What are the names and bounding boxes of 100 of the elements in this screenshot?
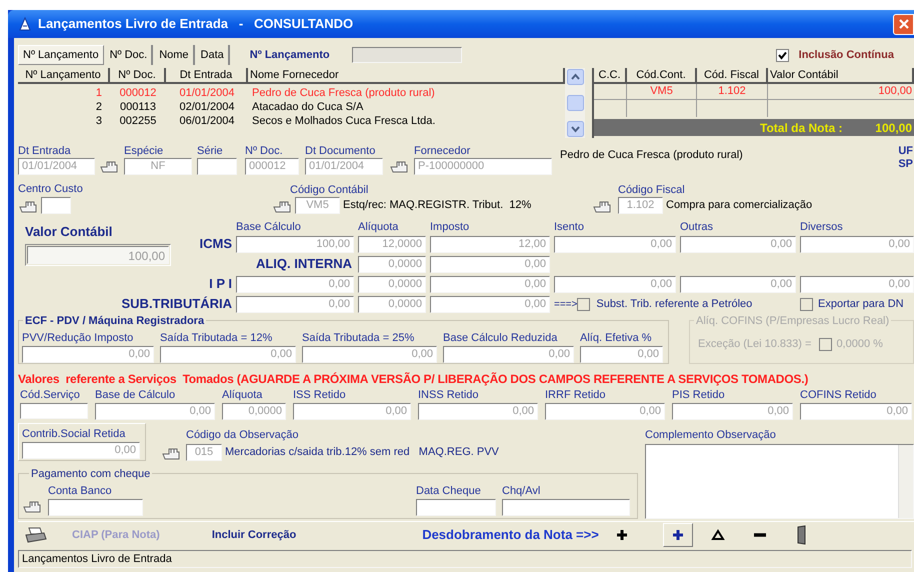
column-header[interactable]: C.C. <box>594 68 627 82</box>
toolbar-button[interactable]: Incluir Correção <box>212 526 296 544</box>
input-field[interactable]: 0,0000 <box>358 296 426 312</box>
supplier-name: Pedro de Cuca Fresca (produto rural) <box>560 148 743 162</box>
checkbox[interactable] <box>577 298 590 310</box>
table-cell-text: 100,00 <box>877 84 913 99</box>
scroll-up-icon[interactable] <box>566 69 584 85</box>
items-table[interactable]: C.C. Cód.Cont. Cód. Fiscal Valor Contábil VM5 1.102 100,00 Total da Nota : 100,00 <box>592 68 914 138</box>
column-header[interactable]: Valor Contábil <box>768 68 914 82</box>
minus-icon[interactable] <box>752 532 767 538</box>
door-icon[interactable] <box>796 525 807 545</box>
scroll-down-icon[interactable] <box>566 121 584 137</box>
input-field[interactable]: VM5 <box>295 197 340 214</box>
field-label: Data Cheque <box>416 485 482 498</box>
search-field[interactable] <box>352 47 462 63</box>
input-field[interactable]: 0,00 <box>680 276 796 292</box>
input-field[interactable] <box>502 499 630 516</box>
section-heading: Valores referente a Serviços Tomados (AGUARDE A PRÓXIMA VERSÃO P/ LIBERAÇÃO DOS CAMPOS REFERENTE A SERVIÇOS TOMADOS.) <box>18 372 810 386</box>
input-field[interactable]: 015 <box>186 444 222 461</box>
scrollbar[interactable] <box>565 68 585 138</box>
input-field[interactable]: 0,00 <box>22 346 154 363</box>
printer-icon[interactable] <box>24 526 48 544</box>
input-field[interactable]: 0,00 <box>95 403 215 420</box>
input-field[interactable]: 100,00 <box>27 246 169 264</box>
input-field[interactable]: 1.102 <box>618 197 663 214</box>
input-field[interactable]: 0,0000 <box>222 403 286 420</box>
field-label: PVV/Redução Imposto <box>22 332 134 345</box>
input-field[interactable]: 000012 <box>245 158 299 175</box>
field-label: Outras <box>680 221 714 234</box>
table-cell-text: Secos e Molhados Cuca Fresca Ltda. <box>251 114 436 128</box>
input-field[interactable] <box>48 499 143 516</box>
input-field[interactable]: 0,00 <box>800 403 912 420</box>
table-cell-text: 000012 <box>118 86 158 100</box>
input-field[interactable]: P-100000000 <box>414 158 552 175</box>
add-button[interactable] <box>662 523 693 547</box>
search-tab[interactable]: Nº Lançamento <box>18 45 104 65</box>
close-button[interactable] <box>893 14 914 34</box>
table-row[interactable]: 2 000113 02/01/2004 Atacadao do Cuca S/A <box>18 100 565 114</box>
checkbox[interactable] <box>800 298 813 310</box>
field-label: COFINS Retido <box>800 389 878 402</box>
input-field[interactable]: 0,00 <box>443 346 574 363</box>
input-field[interactable]: 01/01/2004 <box>305 158 383 175</box>
input-field[interactable]: 0,00 <box>430 296 550 312</box>
input-field[interactable] <box>416 499 496 516</box>
column-header[interactable]: Cód. Fiscal <box>697 68 768 82</box>
checkbox-label: Exportar para DN <box>818 296 904 312</box>
column-header[interactable]: Dt Entrada <box>166 68 248 82</box>
field-label: Código Contábil <box>290 184 370 197</box>
field-label: INSS Retido <box>418 389 480 402</box>
input-field[interactable]: 0,00 <box>22 442 140 459</box>
table-row[interactable]: 3 002255 06/01/2004 Secos e Molhados Cuca Fresca Ltda. <box>18 114 565 128</box>
input-field[interactable]: 0,00 <box>418 403 538 420</box>
row-label: ICMS <box>198 235 233 254</box>
input-field[interactable]: 0,00 <box>160 346 296 363</box>
input-field[interactable]: 0,00 <box>545 403 665 420</box>
search-tab[interactable]: Nome <box>155 45 195 65</box>
input-field[interactable]: 0,00 <box>236 296 354 312</box>
input-field[interactable]: 0,00 <box>236 276 354 292</box>
input-field[interactable]: 12,0000 <box>358 236 426 252</box>
input-field[interactable] <box>197 158 237 175</box>
input-field[interactable] <box>20 403 88 419</box>
add-icon[interactable] <box>614 528 629 542</box>
table-cell-text: 06/01/2004 <box>178 114 236 128</box>
column-header[interactable]: Nº Doc. <box>110 68 166 82</box>
field-label: Contrib.Social Retida <box>22 428 126 441</box>
scrollbar[interactable] <box>898 445 913 518</box>
column-header[interactable]: Nº Lançamento <box>18 68 110 82</box>
search-tab[interactable]: Data <box>196 45 230 65</box>
search-label: Nº Lançamento <box>250 48 330 63</box>
input-field[interactable]: 0,00 <box>554 276 676 292</box>
input-field[interactable]: 0,0000 <box>358 276 426 292</box>
field-label: Base de Cálculo <box>95 389 176 402</box>
field-label: ISS Retido <box>293 389 347 402</box>
input-field[interactable]: 0,00 <box>800 236 914 252</box>
field-label: Código Fiscal <box>618 184 686 197</box>
input-field[interactable]: 100,00 <box>236 236 354 252</box>
input-field[interactable]: 0,00 <box>293 403 411 420</box>
input-field[interactable]: 0,00 <box>800 276 914 292</box>
input-field[interactable]: 0,00 <box>302 346 437 363</box>
input-field[interactable]: 0,00 <box>580 346 663 363</box>
field-label: Cód.Serviço <box>20 389 81 402</box>
field-label: IRRF Retido <box>545 389 607 402</box>
close-icon <box>898 18 910 30</box>
triangle-icon[interactable] <box>710 529 725 541</box>
table-row[interactable]: 1 000012 01/01/2004 Pedro de Cuca Fresca (produto rural) <box>18 86 565 100</box>
search-tab[interactable]: Nº Doc. <box>106 45 154 65</box>
checkbox[interactable] <box>776 48 789 62</box>
scroll-thumb-icon[interactable] <box>566 95 584 111</box>
input-field[interactable]: 12,00 <box>430 236 550 252</box>
column-header[interactable]: Cód.Cont. <box>627 68 697 82</box>
field-label: Alíquota <box>222 389 264 402</box>
input-field[interactable]: 0,00 <box>430 256 550 272</box>
input-field[interactable]: 0,00 <box>554 236 676 252</box>
input-field[interactable]: 0,00 <box>430 276 550 292</box>
input-field[interactable]: 0,00 <box>680 236 796 252</box>
input-field[interactable]: 0,0000 <box>358 256 426 272</box>
input-field[interactable]: 0,00 <box>672 403 793 420</box>
input-field[interactable]: NF <box>124 158 192 175</box>
input-field[interactable]: 01/01/2004 <box>18 158 95 175</box>
input-field[interactable] <box>41 197 71 214</box>
